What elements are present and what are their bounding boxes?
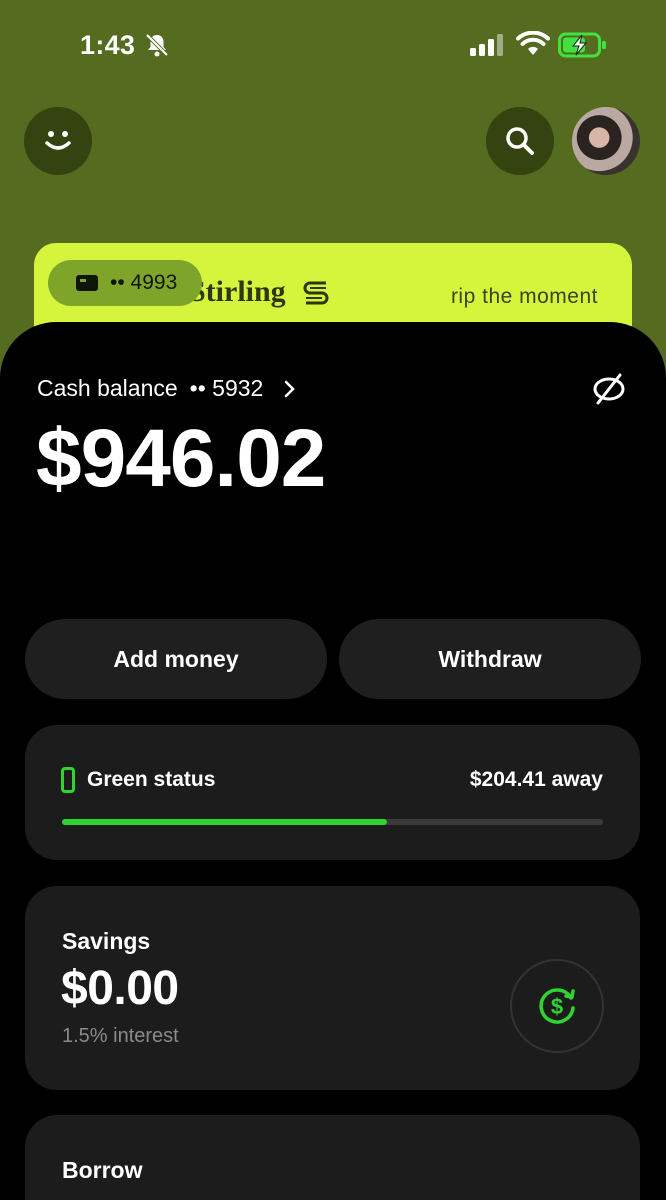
smiley-icon — [45, 131, 71, 150]
card-brand: Stirling — [189, 275, 286, 308]
green-status-progress-fill — [62, 819, 387, 825]
svg-text:$: $ — [551, 994, 563, 1019]
hide-balance-icon[interactable] — [592, 372, 626, 406]
green-status-card[interactable]: Green status $204.41 away — [25, 725, 640, 860]
green-status-away: $204.41 away — [469, 768, 603, 791]
card-last4: •• 4993 — [110, 271, 178, 294]
savings-card[interactable]: Savings $0.00 1.5% interest $ — [25, 886, 640, 1090]
account-last4: •• 5932 — [189, 375, 264, 401]
status-bar: 1:43 — [0, 0, 666, 92]
card-number-chip: •• 4993 — [48, 260, 202, 306]
status-time: 1:43 — [80, 30, 136, 60]
card-icon — [76, 275, 98, 291]
green-status-label: Green status — [87, 768, 216, 791]
cash-balance-link[interactable]: Cash balance •• 5932 — [37, 375, 297, 402]
signal-icon — [470, 34, 503, 56]
avatar[interactable] — [572, 107, 640, 175]
savings-label: Savings — [62, 928, 151, 954]
search-icon — [506, 127, 534, 155]
savings-action-button[interactable]: $ — [510, 959, 604, 1053]
withdraw-button[interactable]: Withdraw — [339, 619, 641, 699]
green-status-icon — [61, 767, 75, 793]
savings-amount: $0.00 — [61, 962, 179, 1015]
card-logo-icon — [303, 281, 329, 305]
bell-muted-icon — [145, 33, 169, 57]
borrow-label: Borrow — [62, 1157, 143, 1183]
search-button[interactable] — [486, 107, 554, 175]
add-money-button[interactable]: Add money — [25, 619, 327, 699]
battery-charging-icon — [558, 32, 606, 58]
main-sheet: Cash balance •• 5932 $946.02 Add money W… — [0, 322, 666, 1200]
chevron-right-icon — [285, 380, 296, 397]
cash-balance-amount: $946.02 — [36, 413, 326, 504]
borrow-card[interactable]: Borrow — [25, 1115, 640, 1200]
savings-interest: 1.5% interest — [62, 1025, 179, 1047]
cash-balance-label: Cash balance — [37, 375, 178, 401]
wifi-icon — [516, 31, 550, 55]
card-tagline: rip the moment — [450, 285, 598, 308]
green-status-progress — [62, 819, 603, 825]
dollar-cycle-icon: $ — [539, 988, 575, 1024]
profile-button[interactable] — [24, 107, 92, 175]
